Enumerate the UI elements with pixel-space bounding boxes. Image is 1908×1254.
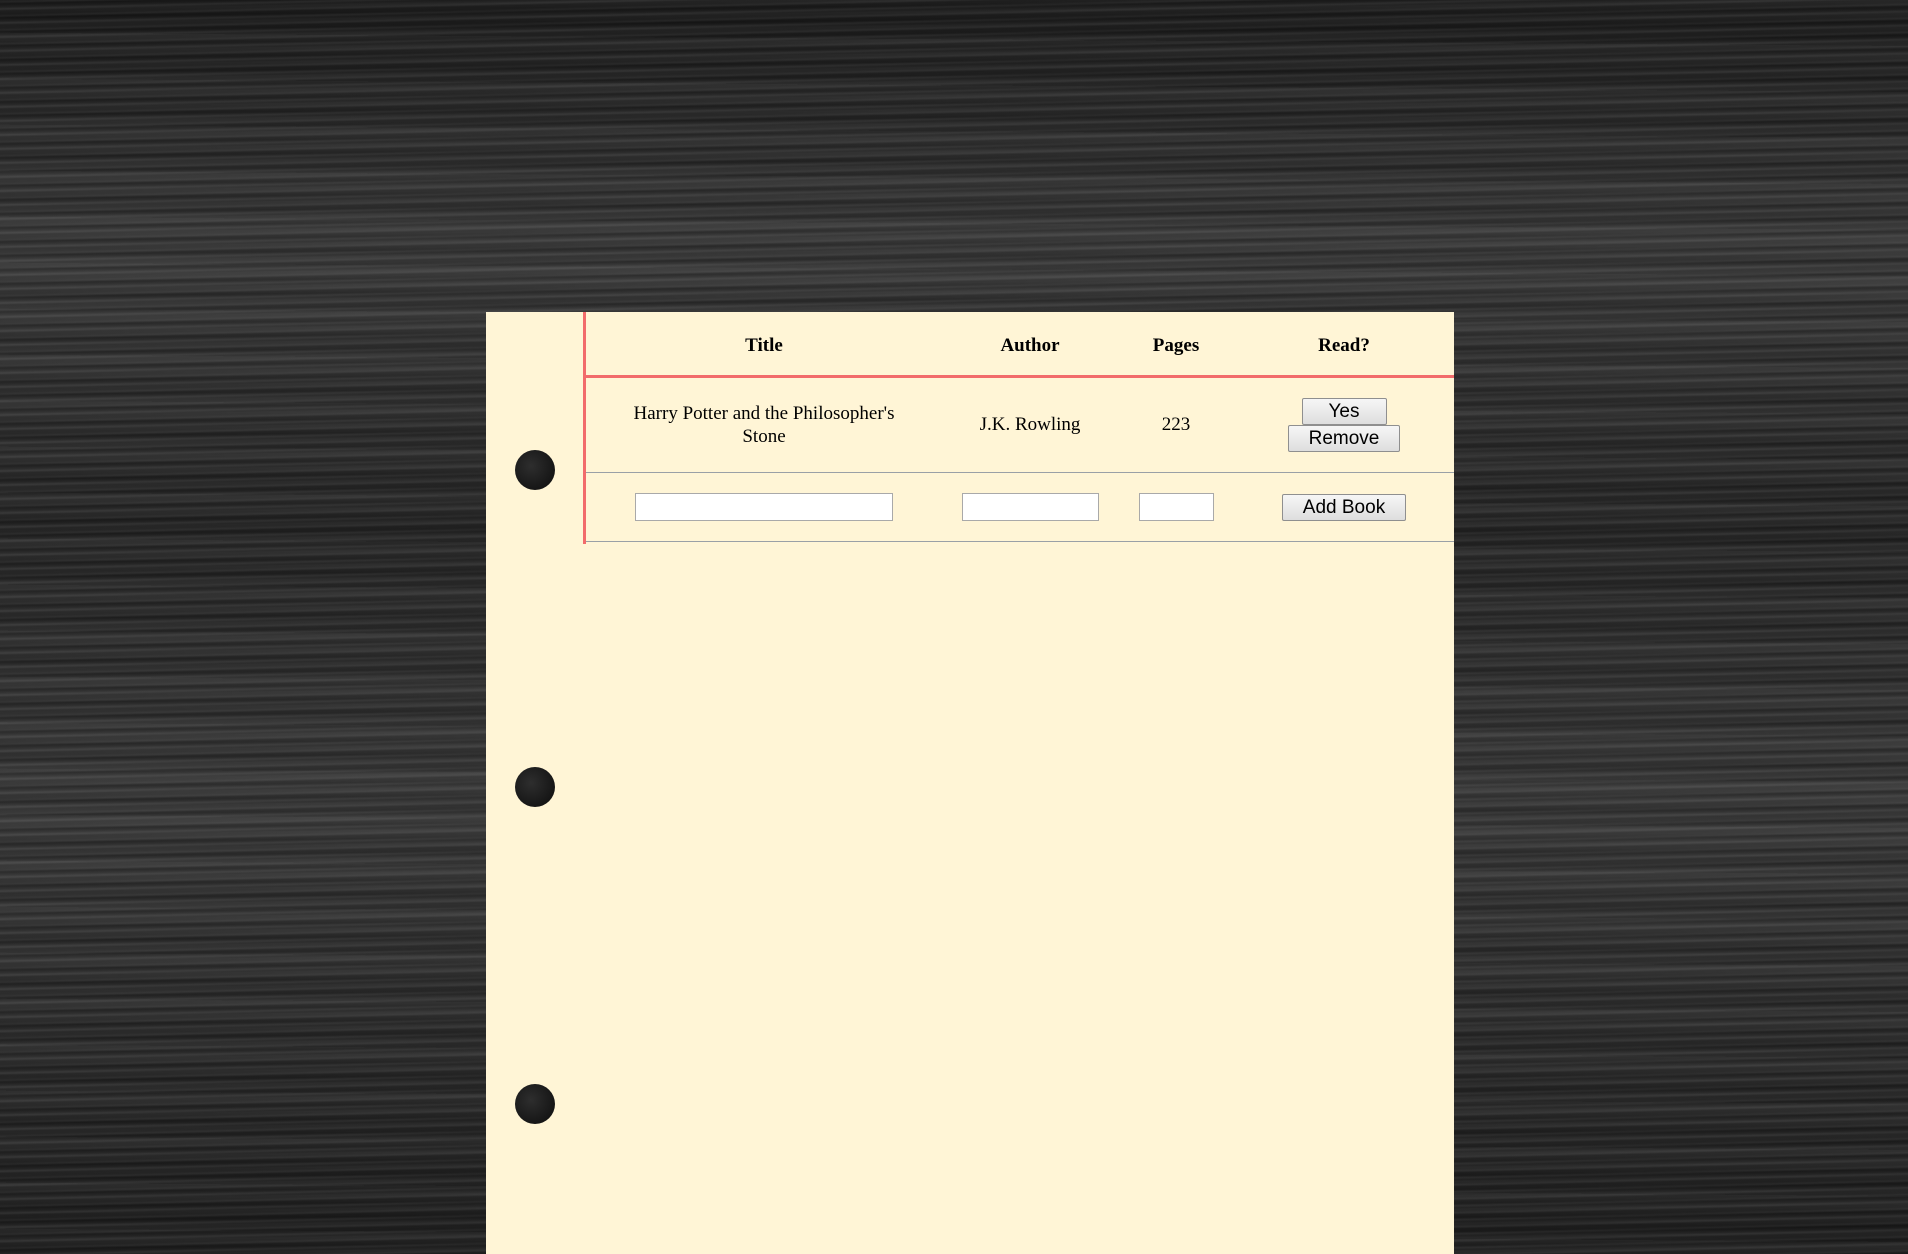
binder-hole — [515, 1084, 555, 1124]
pages-input-cell — [1118, 493, 1234, 521]
title-input-cell — [586, 493, 942, 521]
column-header-title: Title — [745, 334, 783, 356]
add-book-row: Add Book — [586, 473, 1454, 542]
table-row: Harry Potter and the Philosopher's Stone… — [586, 378, 1454, 473]
book-pages: 223 — [1161, 414, 1191, 435]
book-title: Harry Potter and the Philosopher's Stone — [633, 403, 895, 447]
book-author: J.K. Rowling — [979, 414, 1081, 435]
add-book-button[interactable]: Add Book — [1281, 493, 1407, 521]
notebook-paper: Title Author Pages Read? Harry Potter an… — [486, 312, 1454, 1254]
add-book-cell: Add Book — [1234, 493, 1454, 521]
pages-input[interactable] — [1138, 493, 1214, 521]
remove-book-button[interactable]: Remove — [1287, 425, 1401, 452]
read-actions: Yes Remove — [1234, 398, 1454, 452]
author-input-cell — [942, 493, 1118, 521]
column-header-pages: Pages — [1152, 334, 1200, 356]
column-header-read: Read? — [1318, 334, 1370, 356]
library-table: Title Author Pages Read? Harry Potter an… — [586, 312, 1454, 542]
column-header-author: Author — [1000, 334, 1060, 356]
book-read-cell: Yes Remove — [1234, 398, 1454, 452]
read-toggle-button[interactable]: Yes — [1301, 398, 1387, 425]
table-header-row: Title Author Pages Read? — [586, 312, 1454, 378]
title-input[interactable] — [635, 493, 893, 521]
binder-hole — [515, 767, 555, 807]
author-input[interactable] — [961, 493, 1099, 521]
binder-hole — [515, 450, 555, 490]
